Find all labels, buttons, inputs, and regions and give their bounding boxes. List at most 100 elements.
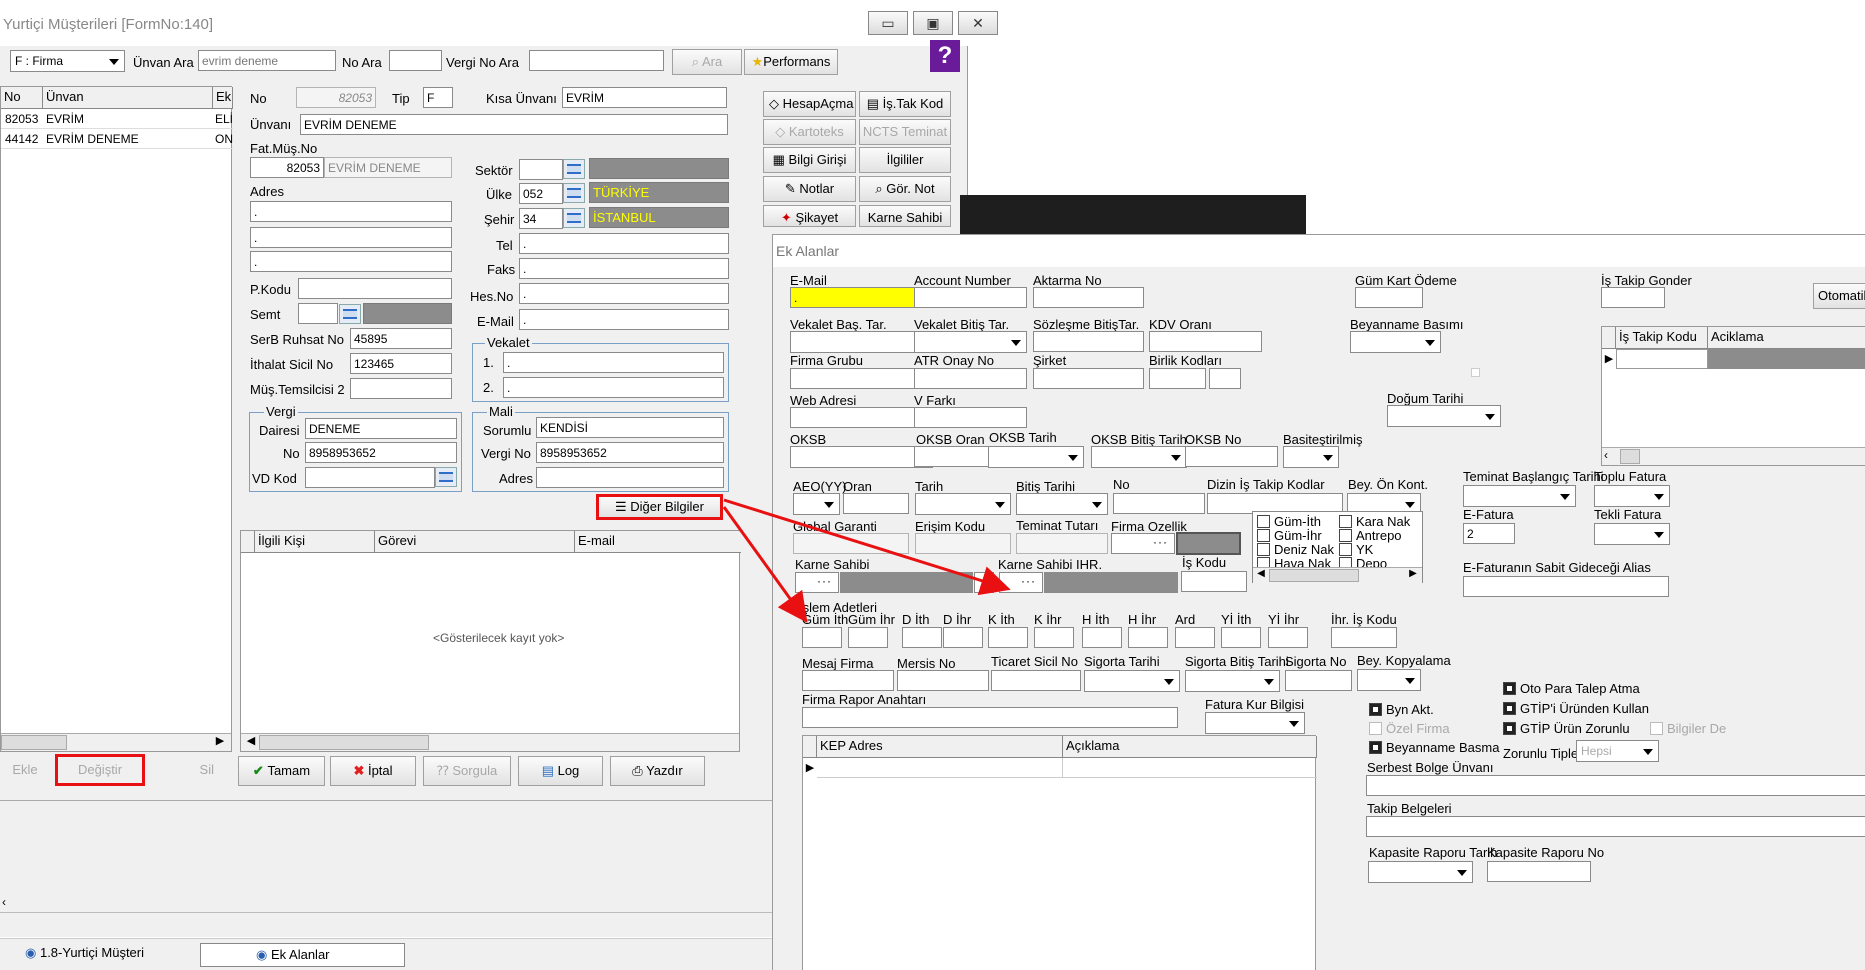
chk-gtipzor[interactable]: GTİP Ürün Zorunlu	[1503, 721, 1630, 736]
vekalet-2-field[interactable]: .	[503, 377, 724, 398]
efatura-field[interactable]: 2	[1463, 523, 1515, 544]
otomatik-button[interactable]: Otomatik Doldur	[1813, 283, 1865, 309]
chk-antrepo[interactable]: Antrepo	[1339, 528, 1402, 543]
scroll-thumb[interactable]	[1, 735, 67, 750]
sektor-field[interactable]	[519, 159, 563, 180]
aktarma-field[interactable]	[1033, 287, 1144, 308]
islem-col-field[interactable]	[802, 627, 842, 648]
madres-field[interactable]	[536, 467, 724, 488]
scroll-right-icon[interactable]: ▶	[1405, 568, 1421, 583]
log-button[interactable]: ▤ Log	[518, 756, 603, 786]
maximize-button[interactable]: ▣	[913, 11, 953, 35]
oksbno-field[interactable]	[1185, 446, 1278, 467]
col-istakip-kodu[interactable]: İş Takip Kodu	[1616, 327, 1708, 349]
islem-col-field[interactable]	[848, 627, 888, 648]
minimize-button[interactable]: ▭	[868, 11, 908, 35]
col-gorevi[interactable]: Görevi	[375, 531, 575, 553]
col-ilgili[interactable]: İlgili Kişi	[255, 531, 375, 553]
col-email[interactable]: E-mail	[575, 531, 741, 553]
scroll-thumb[interactable]	[1269, 569, 1359, 582]
scroll-left-icon[interactable]: ◀	[243, 734, 259, 750]
firmaoz-picker[interactable]: ···	[1111, 533, 1175, 554]
col-kep-adres[interactable]: KEP Adres	[817, 736, 1063, 758]
email-field[interactable]: .	[519, 309, 729, 330]
kaptarih-select[interactable]	[1368, 861, 1473, 883]
faks-field[interactable]: .	[519, 258, 729, 279]
diger-bilgiler-button[interactable]: ☰ Diğer Bilgiler	[596, 494, 723, 520]
pkodu-field[interactable]	[298, 278, 452, 299]
faturakur-select[interactable]	[1205, 712, 1305, 734]
filter-select[interactable]: F : Firma	[10, 50, 125, 72]
bilgi-button[interactable]: ▦ Bilgi Girişi	[763, 147, 856, 173]
teminatbas-select[interactable]	[1463, 485, 1576, 507]
account-field[interactable]	[914, 287, 1027, 308]
tarih-select[interactable]	[915, 493, 1011, 515]
vdkod-field[interactable]	[305, 467, 435, 488]
hesno-field[interactable]: .	[519, 283, 729, 304]
oran-field[interactable]	[843, 493, 909, 514]
firmagrubu-field[interactable]	[790, 368, 933, 389]
notlar-button[interactable]: ✎ Notlar	[763, 176, 856, 202]
chk-gumihr[interactable]: Güm-İhr	[1257, 528, 1322, 543]
task-customers[interactable]: ◉ 1.8-Yurtiçi Müşteri	[25, 945, 200, 965]
serb-field[interactable]: 45895	[350, 328, 452, 349]
list-row[interactable]: 44142 EVRİM DENEME ON	[1, 129, 233, 149]
signo-field[interactable]	[1285, 670, 1352, 691]
istak-button[interactable]: ▤ İş.Tak Kod	[859, 91, 951, 117]
search-button[interactable]: ⌕ Ara	[672, 49, 742, 75]
sehir-picker-icon[interactable]	[563, 208, 585, 228]
scroll-left-icon[interactable]: ◀	[1253, 568, 1269, 583]
vekbas-select[interactable]	[790, 331, 933, 353]
islem-col-field[interactable]	[943, 627, 983, 648]
takip-field[interactable]	[1366, 816, 1865, 837]
sorgula-button[interactable]: ⁇ Sorgula	[423, 756, 511, 786]
web-field[interactable]	[790, 407, 933, 428]
kep-adres-cell[interactable]	[817, 758, 1063, 778]
islem-col-field[interactable]	[1128, 627, 1168, 648]
birlik-field-1[interactable]	[1149, 368, 1206, 389]
sigorta-select[interactable]	[1084, 670, 1180, 692]
mustem-field[interactable]	[350, 378, 452, 399]
semt-picker-icon[interactable]	[339, 304, 361, 324]
vno-field[interactable]: 8958953652	[305, 442, 457, 463]
tamam-button[interactable]: ✔ Tamam	[238, 756, 325, 786]
iptal-button[interactable]: ✖ İptal	[330, 756, 416, 786]
contacts-hscroll[interactable]: ◀	[241, 733, 739, 751]
islem-col-field[interactable]	[1175, 627, 1215, 648]
iskodu-field[interactable]	[1181, 571, 1247, 592]
ilgililer-button[interactable]: İlgililer	[859, 147, 951, 173]
dogum-select[interactable]	[1387, 405, 1501, 427]
ulke-picker-icon[interactable]	[563, 183, 585, 203]
kapno-field[interactable]	[1487, 861, 1591, 882]
col-aciklama[interactable]: Aciklama	[1708, 327, 1865, 349]
beykop-select[interactable]	[1357, 669, 1421, 691]
ihris-field[interactable]	[1331, 627, 1397, 648]
zorunlu-select[interactable]: Hepsi	[1576, 740, 1659, 762]
oksb-select[interactable]	[790, 446, 933, 468]
istakip-hscroll[interactable]: ‹	[1602, 447, 1865, 465]
list-hscroll[interactable]: ▶	[1, 733, 231, 751]
performance-button[interactable]: ★Performans	[744, 49, 838, 75]
sehir-code[interactable]: 34	[519, 208, 563, 229]
hesapac-button[interactable]: ◇ HesapAçma	[763, 91, 856, 117]
chk-kara[interactable]: Kara Nak	[1339, 514, 1410, 529]
email-field[interactable]: .	[790, 287, 930, 308]
chk-byn[interactable]: Byn Akt.	[1369, 702, 1434, 717]
chk-otopara[interactable]: Oto Para Talep Atma	[1503, 681, 1640, 696]
basit-select[interactable]	[1283, 446, 1339, 468]
oksbbitis-select[interactable]	[1091, 446, 1187, 468]
yazdir-button[interactable]: ⎙ Yazdır	[610, 756, 705, 786]
beyanname-select[interactable]	[1350, 331, 1441, 353]
chk-beyb[interactable]: Beyanname Basma	[1369, 740, 1499, 755]
atr-field[interactable]	[914, 368, 1027, 389]
list-row[interactable]: 82053 EVRİM ELİ	[1, 109, 233, 129]
ekle-button[interactable]: Ekle	[0, 758, 50, 784]
mesaj-field[interactable]	[802, 670, 894, 691]
islem-col-field[interactable]	[1082, 627, 1122, 648]
kep-aciklama-cell[interactable]	[1063, 758, 1317, 778]
ticaret-field[interactable]	[991, 670, 1081, 691]
scroll-thumb[interactable]	[259, 735, 429, 750]
islem-col-field[interactable]	[902, 627, 942, 648]
karne-button[interactable]: Karne Sahibi	[859, 205, 951, 227]
adres-line-2[interactable]: .	[250, 227, 452, 248]
